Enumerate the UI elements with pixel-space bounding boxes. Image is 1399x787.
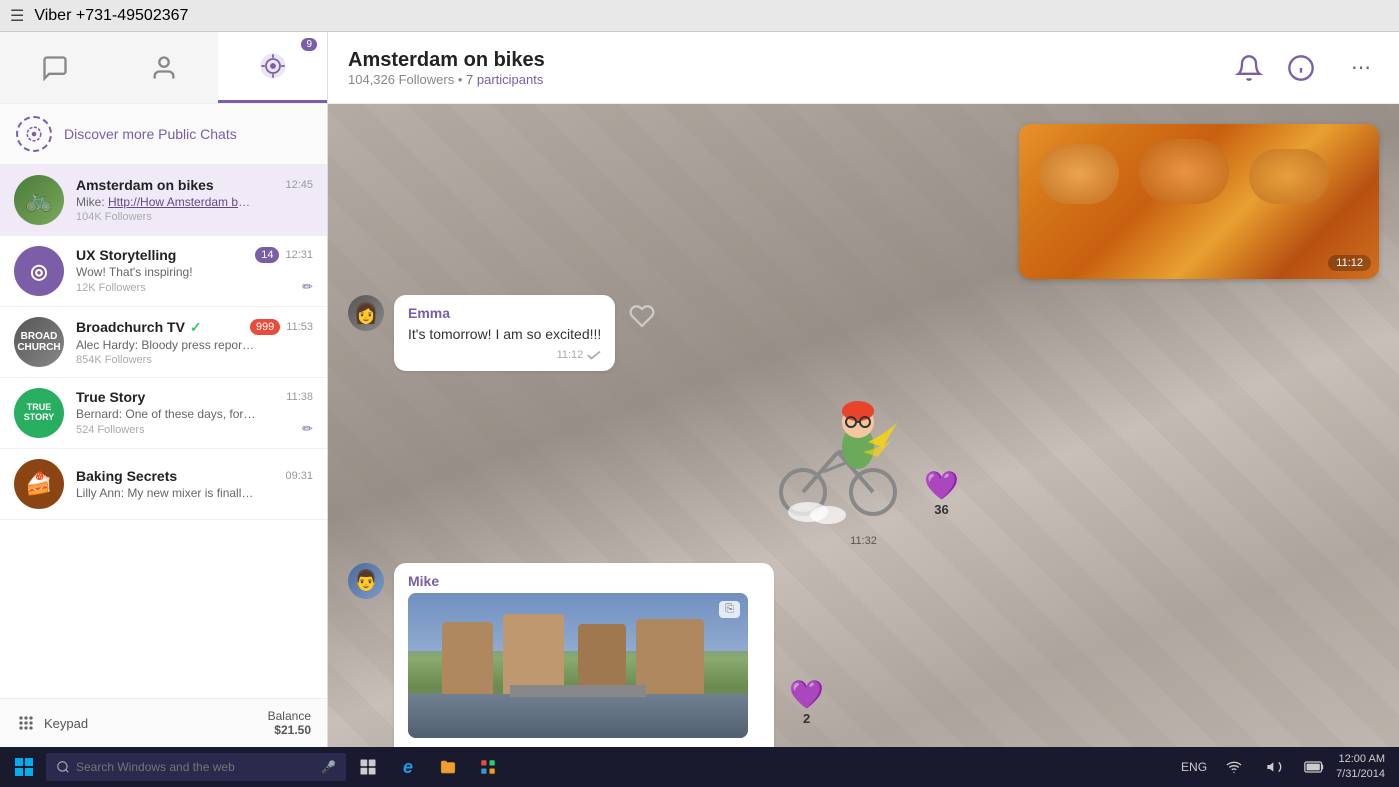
chat-followers-amsterdam: 104K Followers [76,211,313,223]
chat-time-amsterdam: 12:45 [285,179,313,191]
chat-subtitle: 104,326 Followers • 7 participants [348,72,1231,87]
avatar-amsterdam: 🚲 [14,175,64,225]
tab-public[interactable]: 9 [218,32,327,103]
chat-time-broadchurch: 11:53 [286,321,313,333]
chat-list: 🚲 Amsterdam on bikes 12:45 Mike: Http://… [0,165,327,698]
chat-time-baking: 09:31 [285,470,313,482]
taskbar-time: 12:00 AM 7/31/2014 [1336,752,1385,783]
file-explorer-icon[interactable] [432,751,464,783]
chat-preview-baking: Lilly Ann: My new mixer is finally here! [76,486,256,500]
link-image: ⎘ [408,593,748,738]
avatar-truestory: TRUESTORY [14,388,64,438]
chat-area: Amsterdam on bikes 104,326 Followers • 7… [328,32,1399,747]
mic-icon[interactable]: 🎤 [321,760,336,774]
chat-item-ux[interactable]: ◎ UX Storytelling 14 12:31 Wow! That's i… [0,236,327,307]
search-bar[interactable]: 🎤 [46,753,346,781]
app-container: 9 Discover more Public Chats 🚲 Amsterdam… [0,32,1399,747]
sticker-time: 11:32 [850,535,877,547]
sticker-image [768,387,908,527]
discover-icon [16,116,52,152]
chat-name-ux: UX Storytelling [76,247,176,263]
food-image-time: 11:12 [1328,255,1371,271]
msg-sticker: 💜 36 11:32 [348,387,1379,547]
chat-item-truestory[interactable]: TRUESTORY True Story 11:38 Bernard: One … [0,378,327,449]
avatar-broadchurch: BROADCHURCH [14,317,64,367]
sender-mike: Mike [408,573,760,589]
more-options-icon[interactable]: ⋯ [1343,50,1379,86]
avatar-ux: ◎ [14,246,64,296]
chat-preview-amsterdam: Mike: Http://How Amsterdam became the bi… [76,195,256,209]
tab-contacts[interactable] [109,32,218,103]
volume-icon[interactable] [1258,751,1290,783]
discover-banner[interactable]: Discover more Public Chats [0,104,327,165]
language-icon[interactable]: ENG [1178,751,1210,783]
msg-food-image: 11:12 [348,124,1379,279]
chat-title: Amsterdam on bikes [348,49,1231,72]
store-icon[interactable] [472,751,504,783]
chat-followers-truestory: 524 Followers [76,424,144,436]
text-emma: It's tomorrow! I am so excited!!! [408,325,601,345]
bubble-emma: Emma It's tomorrow! I am so excited!!! 1… [394,295,615,371]
keypad-label: Keypad [44,716,88,731]
sender-emma: Emma [408,305,601,321]
time-emma: 11:12 [408,349,601,361]
task-view-icon[interactable] [352,751,384,783]
sidebar-bottom: Keypad Balance $21.50 [0,698,327,747]
chat-header: Amsterdam on bikes 104,326 Followers • 7… [328,32,1399,104]
chat-item-baking[interactable]: 🍰 Baking Secrets 09:31 Lilly Ann: My new… [0,449,327,520]
chat-item-amsterdam[interactable]: 🚲 Amsterdam on bikes 12:45 Mike: Http://… [0,165,327,236]
chat-preview-ux: Wow! That's inspiring! [76,265,256,279]
msg-mike: 👨 Mike [348,563,1379,747]
edge-icon[interactable]: e [392,751,424,783]
chat-followers-ux: 12K Followers [76,282,146,294]
draft-icon-truestory: ✏ [302,421,313,437]
sticker-reaction[interactable]: 💜 36 [924,469,959,517]
chat-name-baking: Baking Secrets [76,468,177,484]
info-icon[interactable] [1283,50,1319,86]
start-button[interactable] [6,749,42,785]
chat-name-truestory: True Story [76,389,145,405]
msg-emma: 👩 Emma It's tomorrow! I am so excited!!!… [348,295,1379,371]
participants-link[interactable]: 7 participants [466,72,543,87]
bubble-mike: Mike [394,563,774,747]
keypad-button[interactable]: Keypad [16,713,88,733]
chat-name-amsterdam: Amsterdam on bikes [76,177,214,193]
chat-item-broadchurch[interactable]: BROADCHURCH Broadchurch TV ✓ 999 11:53 A… [0,307,327,378]
avatar-emma: 👩 [348,295,384,331]
chat-time-truestory: 11:38 [286,391,313,403]
badge-ux: 14 [255,247,279,263]
network-icon[interactable] [1218,751,1250,783]
chat-name-broadchurch: Broadchurch TV ✓ [76,319,202,336]
search-icon [56,760,70,774]
chat-time-ux: 12:31 [285,249,313,261]
avatar-baking: 🍰 [14,459,64,509]
hamburger-menu[interactable]: ☰ [10,6,24,26]
titlebar: ☰ Viber +731-49502367 [0,0,1399,32]
chat-preview-broadchurch: Alec Hardy: Bloody press reporters. Elli… [76,338,256,352]
chat-preview-truestory: Bernard: One of these days, for sure 😜 [76,407,256,421]
taskbar: 🎤 e ENG 12:00 AM 7/31/2014 [0,747,1399,787]
app-title: Viber +731-49502367 [34,7,188,25]
public-badge: 9 [301,38,317,51]
tab-chats[interactable] [0,32,109,103]
messages-container: 11:12 👩 Emma It's tomorrow! I am so exci… [328,104,1399,747]
like-button-mike[interactable]: 💜 2 [789,678,824,726]
sidebar-tabs: 9 [0,32,327,104]
discover-label: Discover more Public Chats [64,126,237,142]
badge-broadchurch: 999 [250,319,280,335]
search-input[interactable] [76,760,296,774]
avatar-mike: 👨 [348,563,384,599]
sidebar: 9 Discover more Public Chats 🚲 Amsterdam… [0,32,328,747]
like-button-emma[interactable] [629,303,655,334]
balance-info: Balance $21.50 [268,709,311,737]
draft-icon-ux: ✏ [302,279,313,295]
notification-icon[interactable] [1231,50,1267,86]
chat-followers-broadchurch: 854K Followers [76,354,313,366]
battery-icon[interactable] [1298,751,1330,783]
